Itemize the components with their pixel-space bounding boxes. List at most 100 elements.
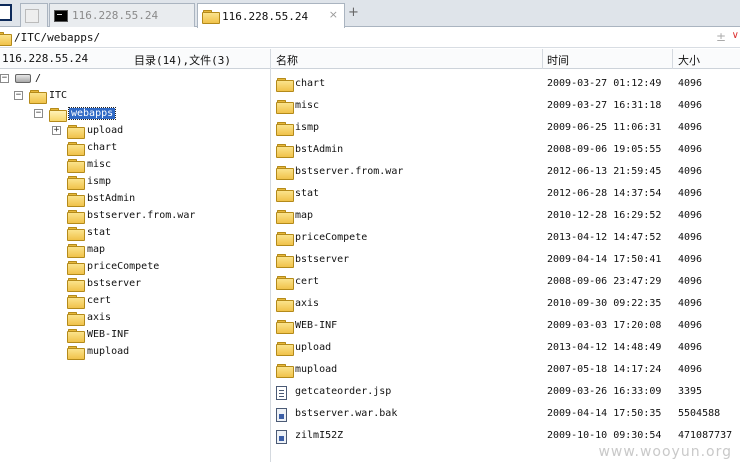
new-tab-button[interactable]: + [348,5,359,20]
column-divider[interactable] [672,49,673,69]
file-time: 2009-10-10 09:30:54 [547,430,662,441]
tree-node-label: bstserver.from.war [87,210,196,221]
tree-node[interactable]: bstAdmin [67,190,135,207]
file-name: map [295,210,314,221]
tree-node[interactable]: ismp [67,173,111,190]
tree-node[interactable]: WEB-INF [67,326,129,343]
file-icon-wrap [276,100,294,114]
tree-node-root[interactable]: − / [0,70,41,87]
folder-icon [276,210,294,224]
file-icon-wrap [276,232,294,246]
file-name: bstAdmin [295,144,344,155]
file-time: 2013-04-12 14:48:49 [547,342,662,353]
file-row[interactable]: bstserver 2009-04-14 17:50:41 4096 [271,249,740,271]
file-name: upload [295,342,332,353]
folder-icon [276,342,294,356]
tree-node[interactable]: axis [67,309,111,326]
archive-icon [276,430,287,444]
tree-node[interactable]: bstserver.from.war [67,207,195,224]
file-time: 2009-06-25 11:06:31 [547,122,662,133]
expand-icon[interactable]: + [52,126,61,135]
address-bar[interactable]: /ITC/webapps/ ± ∨ [0,28,740,48]
file-time: 2010-09-30 09:22:35 [547,298,662,309]
column-divider[interactable] [542,49,543,69]
file-row[interactable]: map 2010-12-28 16:29:52 4096 [271,205,740,227]
drive-icon [15,74,31,83]
file-list-header: 名称 时间 大小 [271,49,740,69]
file-icon-wrap [276,430,287,444]
tree-node[interactable]: + upload [52,122,123,139]
file-row[interactable]: priceCompete 2013-04-12 14:47:52 4096 [271,227,740,249]
file-time: 2012-06-28 14:37:54 [547,188,662,199]
folder-icon [29,89,47,104]
address-path[interactable]: /ITC/webapps/ [14,31,100,44]
folder-icon [276,254,294,268]
column-header-time[interactable]: 时间 [547,52,569,68]
tree-node[interactable]: cert [67,292,111,309]
tab-blank[interactable] [20,3,48,27]
file-row[interactable]: misc 2009-03-27 16:31:18 4096 [271,95,740,117]
file-name: misc [295,100,320,111]
file-name: cert [295,276,320,287]
folder-icon [276,320,294,334]
tree-node-label: WEB-INF [87,329,130,340]
file-size: 4096 [678,254,703,265]
tree-node[interactable]: bstserver [67,275,141,292]
file-size: 5504588 [678,408,721,419]
folder-icon [202,10,220,24]
tree-node-label-selected: webapps [67,107,117,120]
tree-node-label: stat [87,227,112,238]
folder-icon [276,364,294,378]
tree-node-label: priceCompete [87,261,160,272]
file-time: 2009-03-03 17:20:08 [547,320,662,331]
column-header-name[interactable]: 名称 [276,52,298,68]
tab-file-manager[interactable]: 116.228.55.24 × [197,3,345,28]
folder-icon [67,294,85,309]
file-row[interactable]: cert 2008-09-06 23:47:29 4096 [271,271,740,293]
file-time: 2009-04-14 17:50:41 [547,254,662,265]
tree-node[interactable]: priceCompete [67,258,159,275]
collapse-icon[interactable]: − [34,109,43,118]
tree-node[interactable]: misc [67,156,111,173]
open-folder-icon [49,107,67,122]
file-name: priceCompete [295,232,368,243]
file-name: mupload [295,364,338,375]
file-icon-wrap [276,364,294,378]
file-row[interactable]: getcateorder.jsp 2009-03-26 16:33:09 3395 [271,381,740,403]
file-icon-wrap [276,386,287,400]
tree-node[interactable]: map [67,241,105,258]
tree-node-itc[interactable]: − ITC [14,87,67,104]
tree-node-webapps[interactable]: − webapps [34,105,117,122]
tab-terminal[interactable]: 116.228.55.24 [49,3,195,27]
watermark: www.wooyun.org [598,444,732,460]
tree-node-label: bstAdmin [87,193,136,204]
collapse-icon[interactable]: − [0,74,9,83]
file-row[interactable]: chart 2009-03-27 01:12:49 4096 [271,73,740,95]
add-bookmark-icon[interactable]: ± [716,30,726,44]
file-row[interactable]: axis 2010-09-30 09:22:35 4096 [271,293,740,315]
file-size: 4096 [678,276,703,287]
file-size: 4096 [678,188,703,199]
file-row[interactable]: WEB-INF 2009-03-03 17:20:08 4096 [271,315,740,337]
file-row[interactable]: bstserver.war.bak 2009-04-14 17:50:35 5504… [271,403,740,425]
file-row[interactable]: mupload 2007-05-18 14:17:24 4096 [271,359,740,381]
file-row[interactable]: ismp 2009-06-25 11:06:31 4096 [271,117,740,139]
collapse-icon[interactable]: − [14,91,23,100]
tree-node[interactable]: stat [67,224,111,241]
chevron-down-icon[interactable]: ∨ [732,30,739,41]
file-icon-wrap [276,122,294,136]
file-row[interactable]: stat 2012-06-28 14:37:54 4096 [271,183,740,205]
file-row[interactable]: upload 2013-04-12 14:48:49 4096 [271,337,740,359]
file-row[interactable]: bstAdmin 2008-09-06 19:05:55 4096 [271,139,740,161]
file-icon-wrap [276,210,294,224]
file-time: 2010-12-28 16:29:52 [547,210,662,221]
file-time: 2008-09-06 19:05:55 [547,144,662,155]
tree-node[interactable]: chart [67,139,117,156]
tree-node[interactable]: mupload [67,343,129,360]
file-row[interactable]: bstserver.from.war 2012-06-13 21:59:45 409… [271,161,740,183]
file-icon-wrap [276,78,294,92]
close-icon[interactable]: × [329,8,338,21]
file-size: 4096 [678,342,703,353]
file-time: 2013-04-12 14:47:52 [547,232,662,243]
column-header-size[interactable]: 大小 [678,52,700,68]
